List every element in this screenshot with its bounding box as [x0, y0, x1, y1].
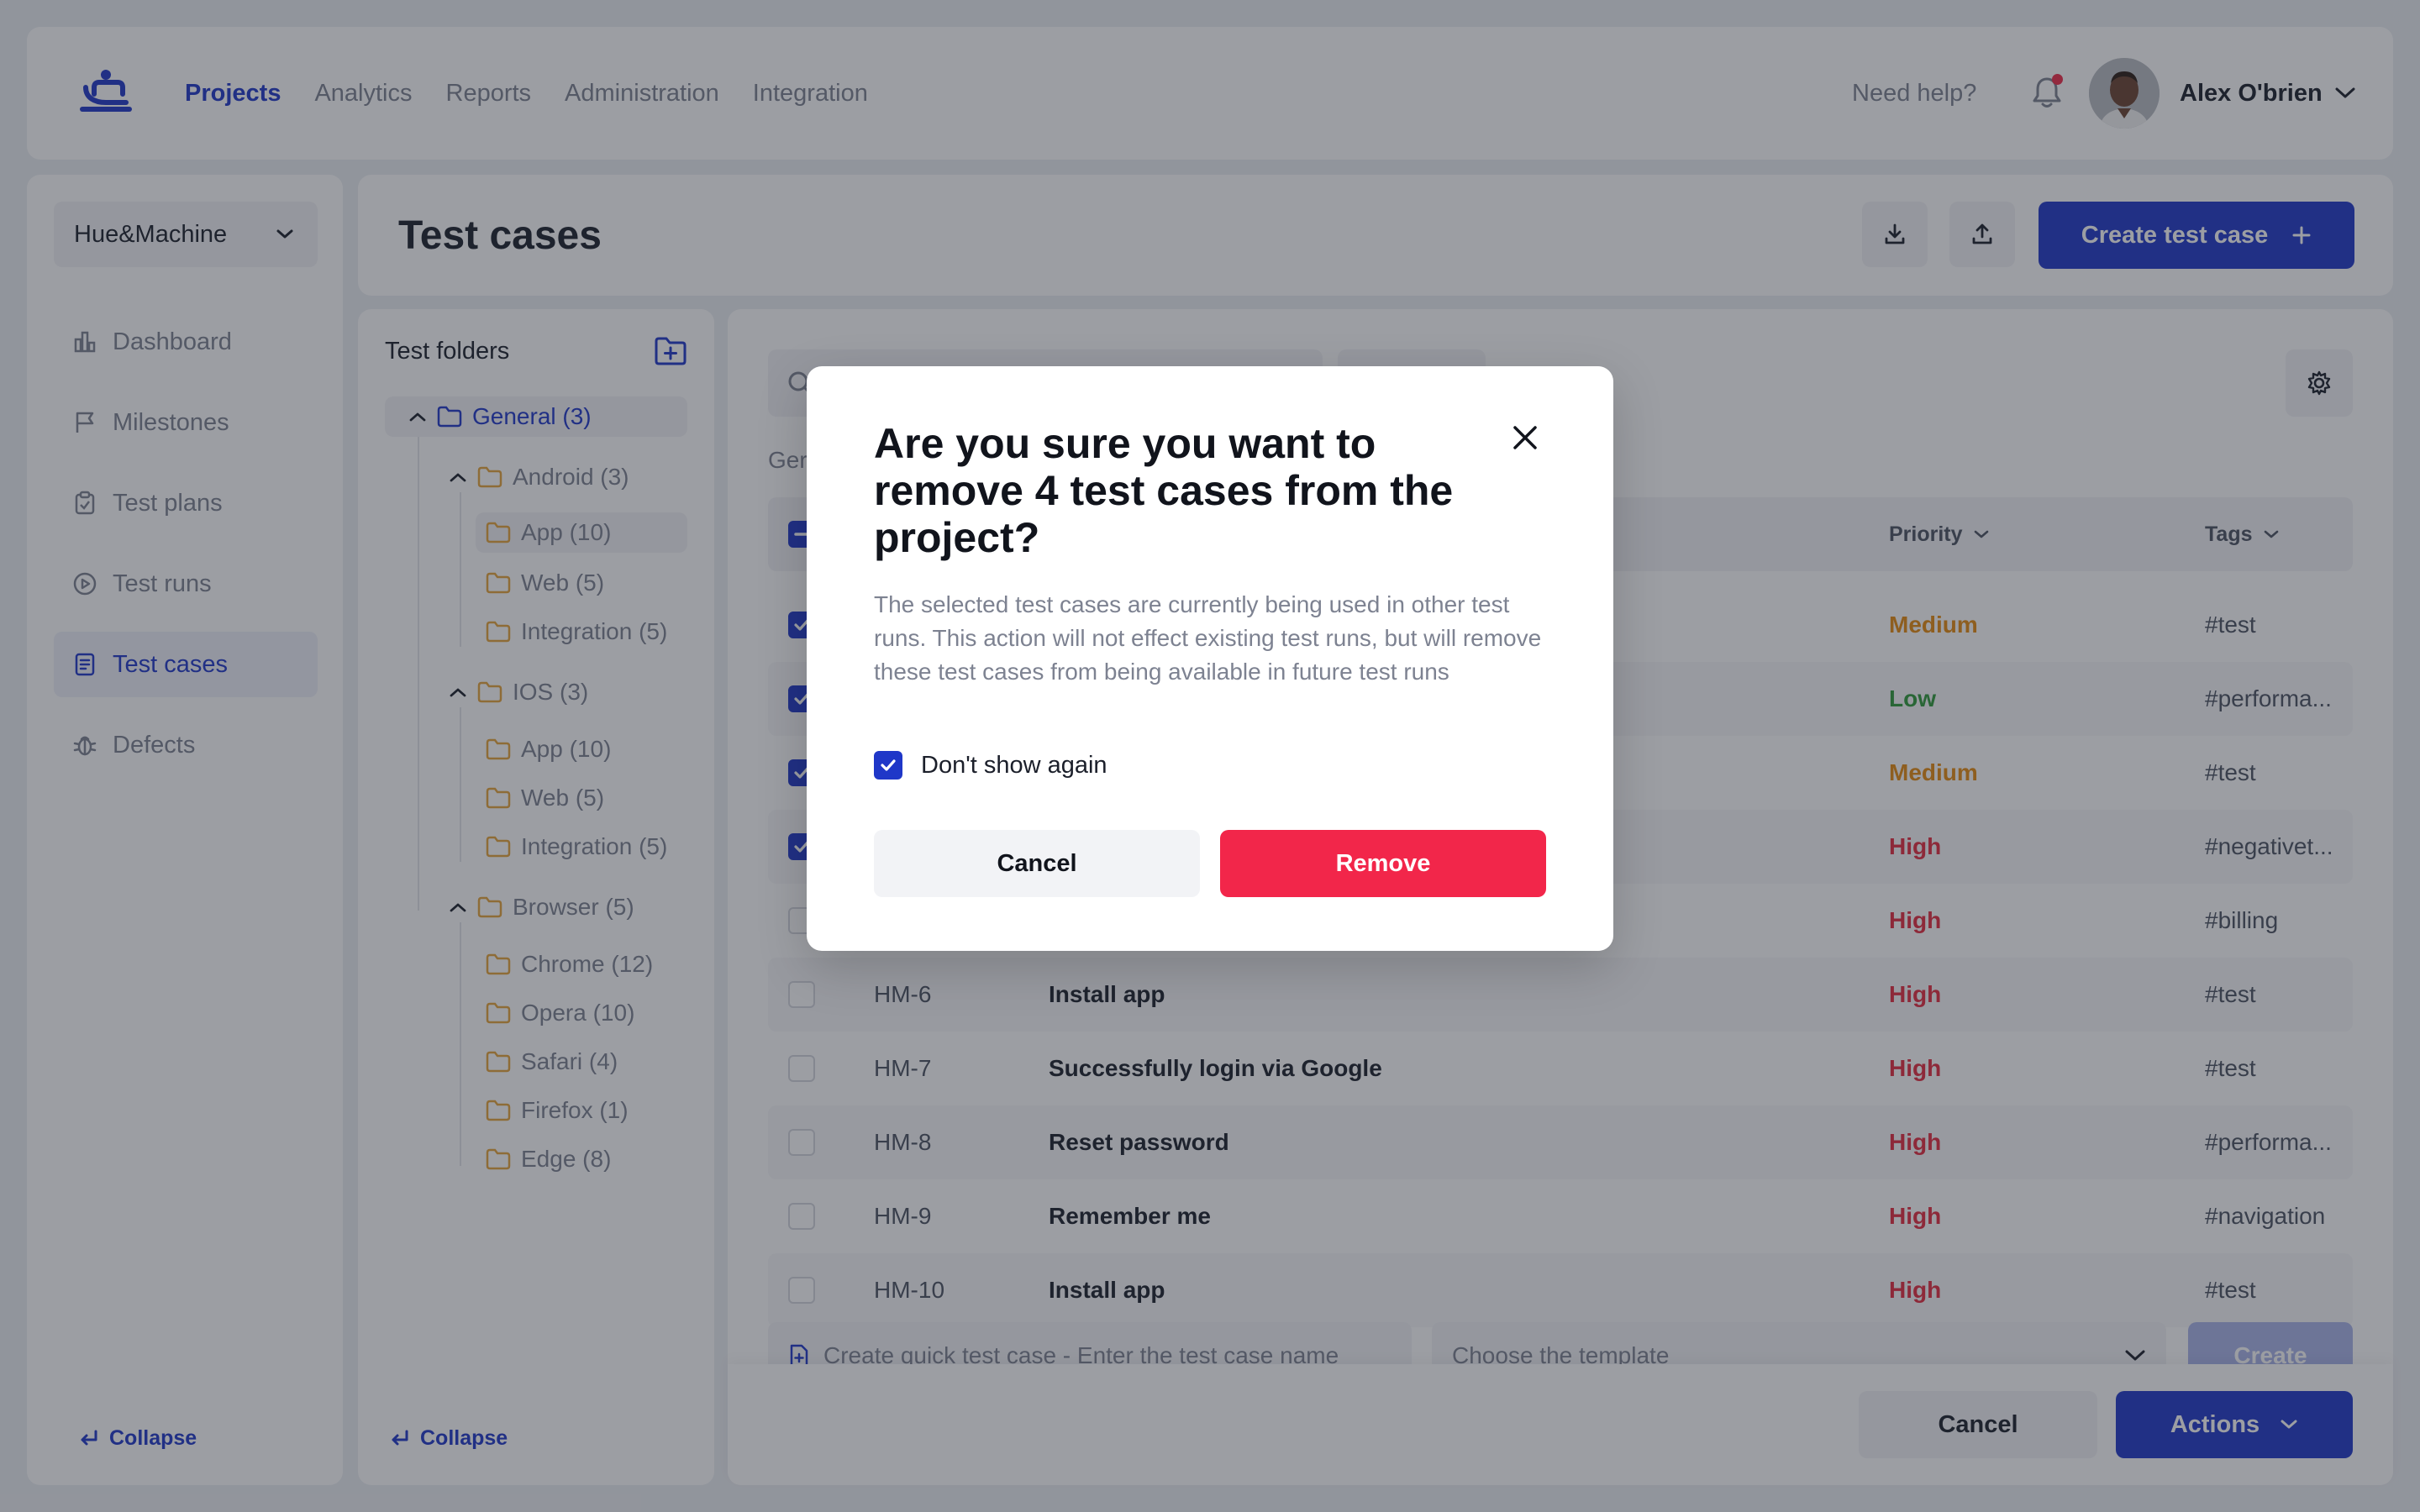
dialog-title: Are you sure you want to remove 4 test c… — [874, 420, 1454, 561]
confirm-remove-dialog: Are you sure you want to remove 4 test c… — [807, 366, 1613, 951]
dialog-message: The selected test cases are currently be… — [874, 591, 1542, 685]
checkbox-checked-icon — [874, 751, 902, 780]
dialog-cancel-button[interactable]: Cancel — [874, 830, 1200, 897]
dont-show-again-checkbox[interactable]: Don't show again — [874, 751, 1107, 780]
remove-button[interactable]: Remove — [1220, 830, 1546, 897]
close-icon[interactable] — [1504, 417, 1546, 459]
checkbox-label: Don't show again — [921, 751, 1107, 779]
